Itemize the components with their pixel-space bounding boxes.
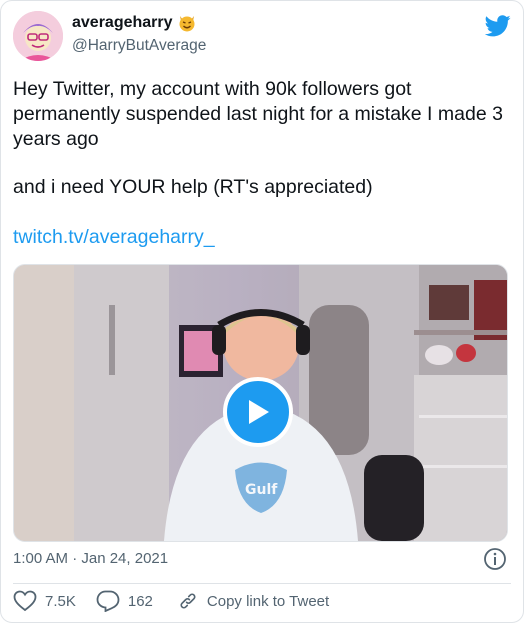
user-handle[interactable]: @HarryButAverage [72,37,206,55]
smiling-face-with-horns-icon [179,16,195,32]
like-count: 7.5K [45,592,76,610]
play-button[interactable] [223,377,293,447]
tweet-paragraph-2: and i need YOUR help (RT's appreciated) [13,176,373,198]
display-name[interactable]: averageharry [72,14,173,32]
divider [13,583,511,584]
avatar[interactable] [13,11,63,61]
avatar-image [13,11,63,61]
svg-text:Gulf: Gulf [245,482,278,498]
tweet-card: averageharry @HarryButAverage Hey Twitte… [0,0,524,623]
play-icon [249,400,269,424]
twitter-bird-icon[interactable] [485,15,511,37]
tweet-timestamp[interactable]: 1:00 AM · Jan 24, 2021 [13,550,168,567]
name-row: averageharry [72,13,197,33]
reply-count: 162 [127,592,153,610]
info-icon[interactable] [483,547,507,571]
tweet-paragraph-1: Hey Twitter, my account with 90k followe… [13,78,503,150]
copy-link-label: Copy link to Tweet [206,592,330,610]
tweet-actions: 7.5K 162 Copy link to Tweet [13,590,349,612]
reply-icon [96,590,120,612]
copy-link-button[interactable]: Copy link to Tweet [177,590,329,612]
like-button[interactable]: 7.5K [13,590,76,612]
heart-icon [13,590,37,612]
tweet-link[interactable]: twitch.tv/averageharry_ [13,225,215,250]
reply-button[interactable]: 162 [96,590,153,612]
link-icon [180,593,196,609]
